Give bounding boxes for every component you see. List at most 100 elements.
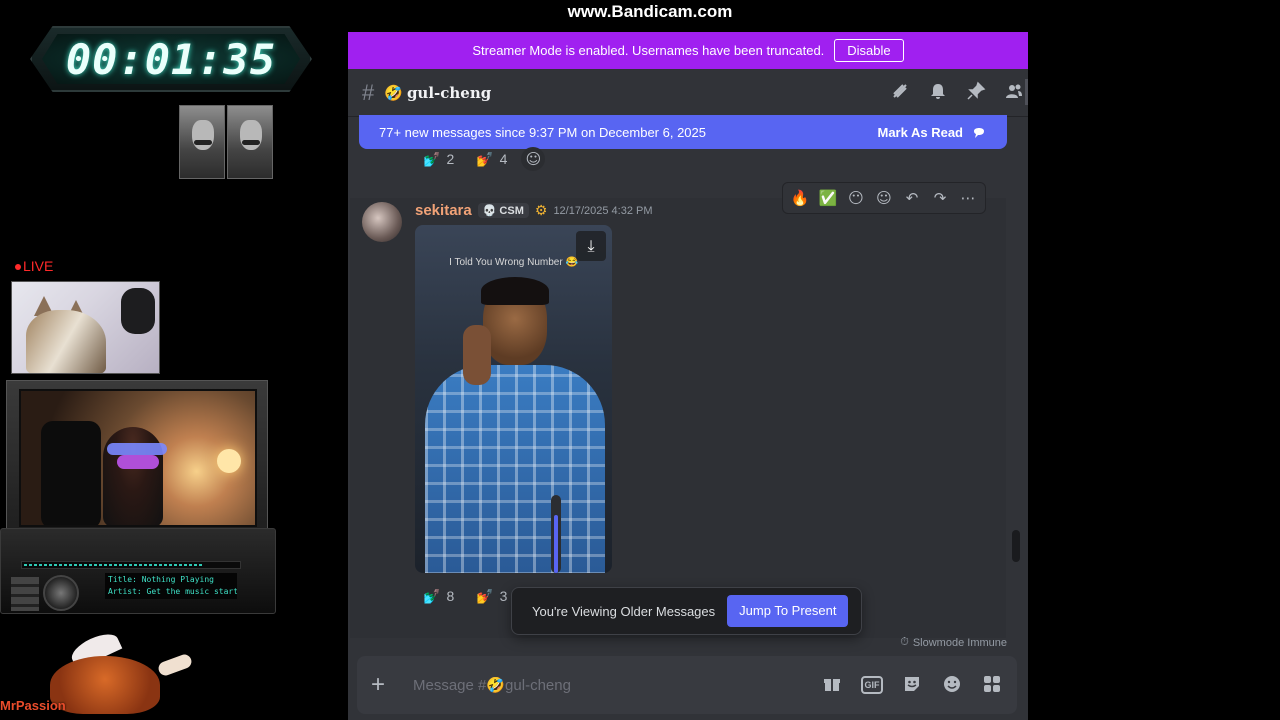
more-options-icon[interactable]: ⋯ (957, 187, 979, 209)
reaction-count: 8 (446, 588, 455, 604)
streamer-name: MrPassion (0, 698, 66, 713)
jump-to-present-button[interactable]: Jump To Present (727, 595, 849, 627)
nail-polish-emoji-icon: 💅 (423, 587, 441, 604)
live-dot-icon (15, 264, 21, 271)
quick-reaction-fire-icon[interactable]: 🔥 (789, 187, 811, 209)
forward-icon[interactable]: ↷ (929, 187, 951, 209)
channel-name: gul-cheng (406, 83, 492, 102)
username[interactable]: sekitara (415, 202, 472, 219)
bandicam-watermark: www.Bandicam.com (567, 2, 733, 21)
member-list-icon[interactable] (1004, 81, 1024, 101)
mouth-filter (117, 455, 159, 469)
message-actions-toolbar: 🔥 ✅ 😶 ☺ ↶ ↷ ⋯ (782, 182, 986, 214)
live-label: LIVE (23, 258, 54, 274)
threads-icon[interactable] (890, 81, 910, 101)
mark-read-icon (974, 128, 984, 138)
previous-message-reactions: 💅 2 💅 4 ☺ (415, 147, 546, 171)
channel-header: # 🤣 gul-cheng (348, 69, 1028, 117)
video-hair (481, 277, 549, 305)
add-reaction-icon[interactable]: ☺ (521, 147, 546, 171)
quick-reaction-check-icon[interactable]: ✅ (817, 187, 839, 209)
disable-streamer-mode-button[interactable]: Disable (834, 39, 904, 62)
lamp-light (217, 449, 241, 473)
gif-icon[interactable]: GIF (861, 676, 883, 694)
reaction-chip[interactable]: 💅 4 (468, 147, 515, 171)
live-indicator: LIVE (15, 258, 53, 274)
reply-icon[interactable]: ↶ (901, 187, 923, 209)
face-right (227, 105, 273, 179)
nail-polish-emoji-icon: 💅 (476, 150, 494, 167)
role-badge-icon: ⚙ (534, 202, 548, 218)
slowmode-indicator: ⏱ Slowmode Immune (900, 636, 1007, 649)
character-hand (156, 652, 194, 678)
skull-icon: 💀 (482, 205, 497, 217)
streamer-mode-banner: Streamer Mode is enabled. Usernames have… (348, 32, 1028, 69)
character-body (50, 656, 160, 714)
radio-eq-strip (21, 561, 241, 569)
reaction-count: 3 (499, 588, 508, 604)
slowmode-label: Slowmode Immune (912, 636, 1007, 649)
reaction-chip[interactable]: 💅 3 (468, 584, 515, 608)
sunglasses-filter (107, 443, 167, 455)
notification-bell-icon[interactable] (928, 81, 948, 101)
header-toolbar (890, 81, 1024, 101)
message-input[interactable] (413, 676, 821, 694)
reaction-count: 2 (446, 151, 455, 167)
timer-text: 00:01:35 (65, 34, 277, 84)
nail-polish-emoji-icon: 💅 (423, 150, 441, 167)
apps-icon[interactable] (981, 674, 1003, 696)
video-attachment[interactable]: I Told You Wrong Number 😂 ⤓ (415, 225, 612, 573)
radio-buttons (11, 577, 39, 611)
video-phone-hand (463, 325, 491, 385)
new-messages-text: 77+ new messages since 9:37 PM on Decemb… (379, 124, 706, 140)
car-radio-widget: Title: Nothing Playing Artist: Get the m… (0, 528, 276, 614)
composer-toolbar: GIF (821, 674, 1003, 696)
radio-artist: Artist: Get the music started (108, 587, 237, 596)
download-icon[interactable]: ⤓ (576, 231, 606, 261)
attach-plus-icon[interactable]: + (371, 671, 401, 699)
channel-hash-icon: # (362, 79, 375, 105)
mark-as-read-button[interactable]: Mark As Read (878, 124, 988, 140)
reaction-chip[interactable]: 💅 8 (415, 584, 462, 608)
radio-display: Title: Nothing Playing Artist: Get the m… (105, 573, 237, 599)
message-composer: + GIF (357, 656, 1017, 714)
stream-timer: 00:01:35 (30, 26, 312, 92)
pin-icon[interactable] (966, 81, 986, 101)
reaction-count: 4 (499, 151, 508, 167)
guild-tag[interactable]: 💀 CSM (477, 203, 529, 218)
new-messages-bar[interactable]: 77+ new messages since 9:37 PM on Decemb… (359, 115, 1007, 149)
older-messages-banner: You're Viewing Older Messages Jump To Pr… (511, 587, 862, 635)
gift-icon[interactable] (821, 674, 843, 696)
channel-emoji: 🤣 (384, 83, 403, 102)
quick-reaction-face-icon[interactable]: 😶 (845, 187, 867, 209)
video-shirt (425, 365, 605, 573)
video-volume-slider[interactable] (551, 495, 561, 573)
older-messages-text: You're Viewing Older Messages (532, 603, 716, 619)
face-left (179, 105, 225, 179)
gaming-chair (41, 421, 101, 525)
sticker-icon[interactable] (901, 674, 923, 696)
timer-display: 00:01:35 (42, 34, 300, 84)
mark-as-read-label: Mark As Read (877, 124, 964, 140)
scrollbar-thumb[interactable] (1012, 530, 1020, 562)
message-timestamp: 12/17/2025 4:32 PM (553, 204, 653, 217)
meme-faces-image (179, 105, 273, 179)
stopwatch-icon: ⏱ (900, 636, 909, 648)
search-bar-edge (1025, 79, 1028, 105)
radio-title: Title: Nothing Playing (108, 575, 214, 584)
streamer-mode-text: Streamer Mode is enabled. Usernames have… (472, 43, 825, 58)
message-header: sekitara 💀 CSM ⚙ 12/17/2025 4:32 PM (415, 202, 653, 219)
reaction-chip[interactable]: 💅 2 (415, 147, 462, 171)
discord-window: Streamer Mode is enabled. Usernames have… (348, 32, 1028, 720)
streamer-webcam (19, 389, 257, 527)
microphone-image (121, 288, 155, 334)
message-reactions: 💅 8 💅 3 (415, 584, 515, 608)
cat-camera (11, 281, 160, 374)
add-reaction-icon[interactable]: ☺ (873, 187, 895, 209)
user-avatar[interactable] (362, 202, 402, 242)
nail-polish-emoji-icon: 💅 (476, 587, 494, 604)
streamer-figure (103, 427, 163, 525)
volume-knob-icon (43, 575, 79, 611)
emoji-icon[interactable] (941, 674, 963, 696)
cat-image (26, 310, 106, 373)
